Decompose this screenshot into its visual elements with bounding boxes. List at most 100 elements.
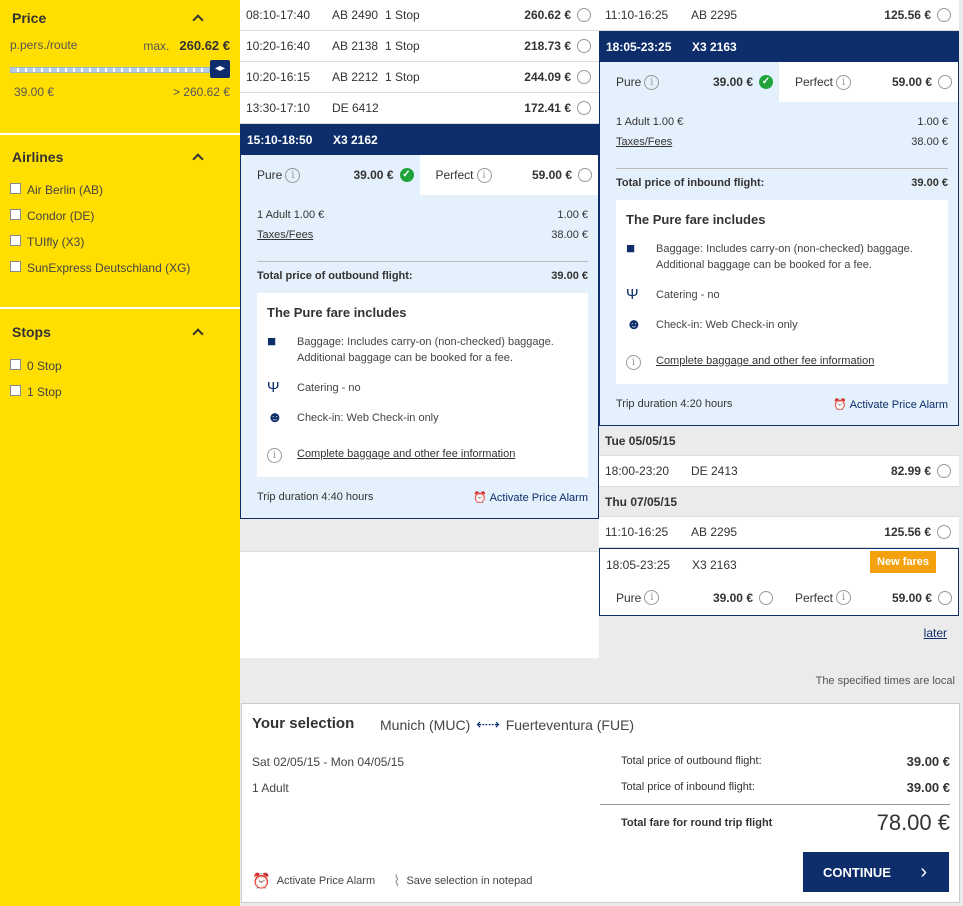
- price-alarm-label: Activate Price Alarm: [489, 492, 588, 504]
- fare-price: 59.00 €: [891, 590, 932, 605]
- flight-row[interactable]: 13:30-17:10 DE 6412 172.41 €: [240, 93, 599, 124]
- radio-button[interactable]: [577, 39, 591, 53]
- chevron-up-icon[interactable]: [192, 14, 204, 26]
- checkin-text: Check-in: Web Check-in only: [656, 319, 798, 331]
- checkbox[interactable]: [10, 384, 21, 396]
- taxes-link[interactable]: Taxes/Fees: [616, 136, 672, 156]
- fare-option-pure[interactable]: Pure i 39.00 € ✓: [600, 62, 779, 102]
- flight-row[interactable]: 08:10-17:40 AB 2490 1 Stop 260.62 €: [240, 0, 599, 31]
- cost-value: 1.00 €: [917, 116, 948, 128]
- info-icon[interactable]: i: [644, 590, 660, 605]
- taxes-link[interactable]: Taxes/Fees: [257, 229, 313, 249]
- radio-button[interactable]: [578, 168, 592, 182]
- airlines-filter-header[interactable]: Airlines: [0, 139, 240, 175]
- checkbox[interactable]: [10, 260, 21, 272]
- checkmark-icon[interactable]: ✓: [759, 75, 773, 89]
- fare-name: Perfect: [435, 168, 474, 182]
- info-icon[interactable]: i: [836, 74, 852, 90]
- price-slider-track[interactable]: [10, 67, 210, 73]
- airline-option[interactable]: Air Berlin (AB): [10, 177, 230, 203]
- info-icon: i: [626, 353, 656, 370]
- flight-row[interactable]: 11:10-16:25 AB 2295 125.56 €: [599, 517, 959, 548]
- alarm-clock-icon[interactable]: ⏰: [252, 872, 271, 890]
- stop-option[interactable]: 0 Stop: [10, 353, 230, 379]
- flight-price: 260.62 €: [524, 8, 571, 22]
- slider-handle-icon[interactable]: ◂▸: [210, 60, 230, 78]
- info-icon: i: [267, 446, 297, 463]
- radio-button[interactable]: [937, 525, 951, 539]
- fare-option-perfect[interactable]: Perfect i 59.00 €: [419, 155, 598, 195]
- total-value: 39.00 €: [911, 177, 948, 189]
- continue-button[interactable]: CONTINUE ›: [803, 852, 949, 892]
- price-alarm-link[interactable]: ⏰ Activate Price Alarm: [473, 491, 588, 504]
- fare-options: Pure i 39.00 € Perfect i 59.00 €: [600, 580, 958, 616]
- chevron-up-icon[interactable]: [192, 328, 204, 340]
- info-icon[interactable]: i: [644, 74, 660, 90]
- airline-option[interactable]: SunExpress Deutschland (XG): [10, 255, 230, 281]
- checkmark-icon[interactable]: ✓: [399, 168, 414, 182]
- radio-button[interactable]: [577, 8, 591, 22]
- baggage-info: ■ Baggage: Includes carry-on (non-checked…: [267, 334, 578, 366]
- stop-option[interactable]: 1 Stop: [10, 379, 230, 405]
- fare-option-perfect[interactable]: Perfect i 59.00 €: [779, 580, 958, 615]
- outbound-flights: 08:10-17:40 AB 2490 1 Stop 260.62 € 10:2…: [240, 0, 599, 658]
- checkbox[interactable]: [10, 358, 21, 370]
- radio-button[interactable]: [937, 8, 951, 22]
- fare-option-perfect[interactable]: Perfect i 59.00 €: [779, 62, 958, 102]
- flight-row[interactable]: 18:00-23:20 DE 2413 82.99 €: [599, 456, 959, 487]
- checkbox[interactable]: [10, 234, 21, 246]
- checkbox[interactable]: [10, 182, 21, 194]
- info-icon[interactable]: i: [836, 590, 852, 605]
- summary-label: Total price of outbound flight:: [621, 755, 762, 767]
- info-icon[interactable]: i: [476, 167, 492, 183]
- flight-row[interactable]: 11:10-16:25 AB 2295 125.56 €: [599, 0, 959, 31]
- cost-value: 1.00 €: [557, 209, 588, 221]
- fare-name: Pure: [616, 590, 642, 605]
- flight-stops: 1 Stop: [385, 8, 420, 22]
- flight-price: 125.56 €: [884, 8, 931, 22]
- flight-row[interactable]: 18:05-23:25 X3 2163 New fares: [600, 549, 958, 580]
- radio-button[interactable]: [938, 590, 952, 605]
- selected-flight-header[interactable]: 15:10-18:50 X3 2162: [241, 124, 598, 163]
- baggage-text: Baggage: Includes carry-on (non-checked)…: [297, 336, 554, 364]
- price-summary: Total price of outbound flight: 39.00 € T…: [600, 748, 950, 840]
- price-slider[interactable]: ◂▸: [10, 60, 230, 78]
- airline-option-label: SunExpress Deutschland (XG): [27, 261, 191, 275]
- price-filter-header[interactable]: Price: [0, 0, 240, 36]
- airline-option[interactable]: TUIfly (X3): [10, 229, 230, 255]
- later-link[interactable]: later: [924, 626, 947, 640]
- radio-button[interactable]: [759, 590, 773, 605]
- fee-info-link[interactable]: Complete baggage and other fee informati…: [656, 353, 874, 370]
- outbound-empty: [240, 552, 599, 658]
- price-alarm-label: Activate Price Alarm: [849, 399, 948, 411]
- fare-option-pure[interactable]: Pure i 39.00 € ✓: [241, 155, 420, 195]
- selected-outbound-flight: 15:10-18:50 X3 2162 Pure i 39.00 € ✓ Per…: [240, 124, 599, 519]
- save-notepad-link[interactable]: Save selection in notepad: [406, 875, 532, 887]
- radio-button[interactable]: [937, 464, 951, 478]
- chevron-up-icon[interactable]: [192, 153, 204, 165]
- airline-option[interactable]: Condor (DE): [10, 203, 230, 229]
- catering-text: Catering - no: [656, 289, 720, 301]
- airline-option-label: TUIfly (X3): [27, 235, 85, 249]
- radio-button[interactable]: [577, 101, 591, 115]
- radio-button[interactable]: [577, 70, 591, 84]
- fare-price: 59.00 €: [891, 75, 932, 89]
- checkbox[interactable]: [10, 208, 21, 220]
- price-subheader: p.pers./route max. 260.62 €: [0, 38, 240, 53]
- fee-info-link[interactable]: Complete baggage and other fee informati…: [297, 446, 515, 463]
- stops-filter-header[interactable]: Stops: [0, 313, 240, 351]
- selected-inbound-flight: 18:05-23:25 X3 2163 Pure i 39.00 € ✓ Per…: [599, 31, 959, 426]
- flight-time: 10:20-16:15: [246, 70, 311, 84]
- fare-option-pure[interactable]: Pure i 39.00 €: [600, 580, 779, 615]
- fare-includes: The Pure fare includes ■ Baggage: Include…: [257, 293, 588, 477]
- flight-row[interactable]: 10:20-16:15 AB 2212 1 Stop 244.09 €: [240, 62, 599, 93]
- price-alarm-link[interactable]: ⏰ Activate Price Alarm: [833, 398, 948, 411]
- flight-row[interactable]: 10:20-16:40 AB 2138 1 Stop 218.73 €: [240, 31, 599, 62]
- price-alarm-link[interactable]: Activate Price Alarm: [277, 875, 375, 887]
- flight-number: DE 6412: [332, 101, 379, 115]
- info-icon[interactable]: i: [285, 167, 301, 183]
- selected-flight-header[interactable]: 18:05-23:25 X3 2163: [600, 31, 958, 70]
- chevron-right-icon: ›: [920, 860, 927, 883]
- radio-button[interactable]: [938, 75, 952, 89]
- paperclip-icon[interactable]: ⌇: [393, 872, 400, 890]
